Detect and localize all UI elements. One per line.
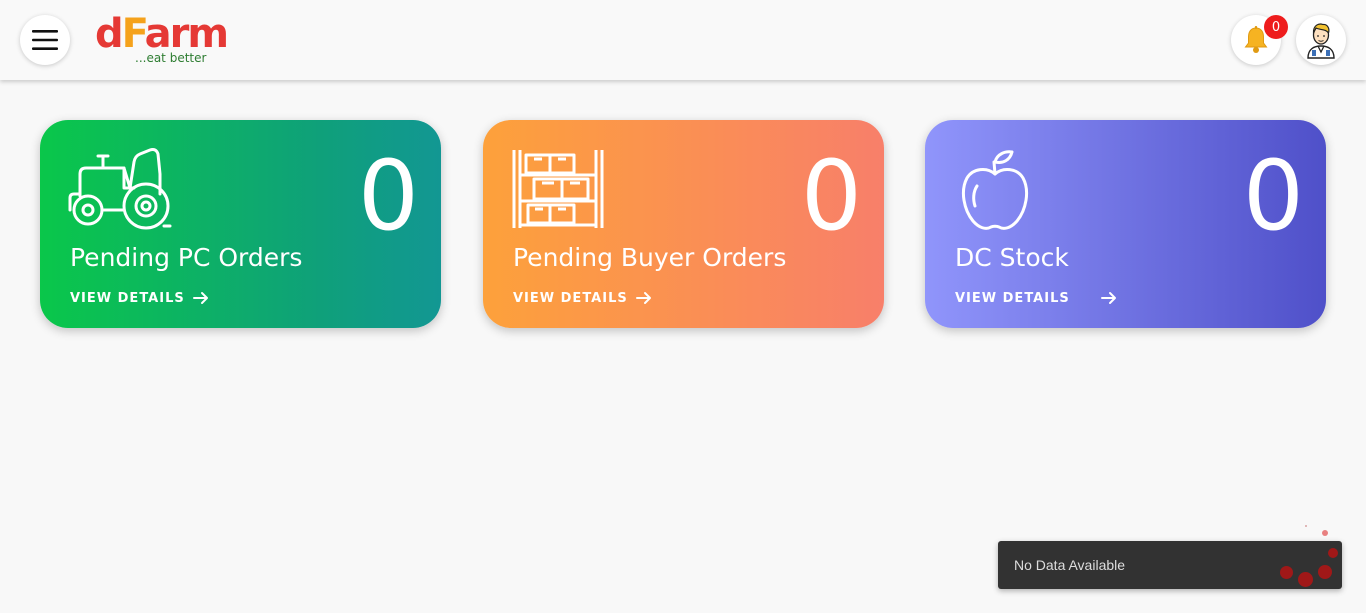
spinner-dot [1322,530,1328,536]
arrow-right-icon [1100,292,1116,304]
dc-stock-view-details-link[interactable]: VIEW DETAILS [955,288,1118,308]
user-avatar-icon [1307,23,1335,59]
dc-stock-count: 0 [1242,140,1304,252]
pending-pc-orders-title: Pending PC Orders [70,243,303,272]
pending-buyer-orders-card: 0 Pending Buyer Orders VIEW DETAILS [483,120,884,328]
apple-icon [961,148,1029,236]
arrow-right-icon [192,292,208,304]
view-details-label: VIEW DETAILS [955,290,1070,306]
warehouse-shelf-icon [512,149,604,233]
notification-count-badge: 0 [1264,15,1288,39]
user-avatar-button[interactable] [1296,15,1346,65]
spinner-dot [1328,548,1338,558]
dfarm-logo: dFarm ...eat better [95,10,229,70]
pending-pc-orders-count: 0 [357,140,419,252]
logo-tagline: ...eat better [135,51,207,65]
spinner-dot [1318,565,1332,579]
hamburger-menu-button[interactable] [20,15,70,65]
pending-buyer-orders-view-details-link[interactable]: VIEW DETAILS [513,288,653,308]
view-details-label: VIEW DETAILS [70,290,185,306]
view-details-label: VIEW DETAILS [513,290,628,306]
spinner-dot [1298,572,1313,587]
hamburger-menu-icon [32,30,58,50]
snackbar-toast: No Data Available [998,541,1342,589]
pending-pc-orders-card: 0 Pending PC Orders VIEW DETAILS [40,120,441,328]
pending-buyer-orders-count: 0 [800,140,862,252]
top-app-bar: dFarm ...eat better 0 [0,0,1366,80]
dc-stock-card: 0 DC Stock VIEW DETAILS [925,120,1326,328]
spinner-dot [1280,566,1293,579]
arrow-right-icon [635,292,651,304]
dc-stock-title: DC Stock [955,243,1069,272]
spinner-dot [1305,525,1307,527]
pending-buyer-orders-title: Pending Buyer Orders [513,243,787,272]
tractor-icon [68,148,172,236]
toast-message: No Data Available [1014,557,1126,573]
pending-pc-orders-view-details-link[interactable]: VIEW DETAILS [70,288,210,308]
